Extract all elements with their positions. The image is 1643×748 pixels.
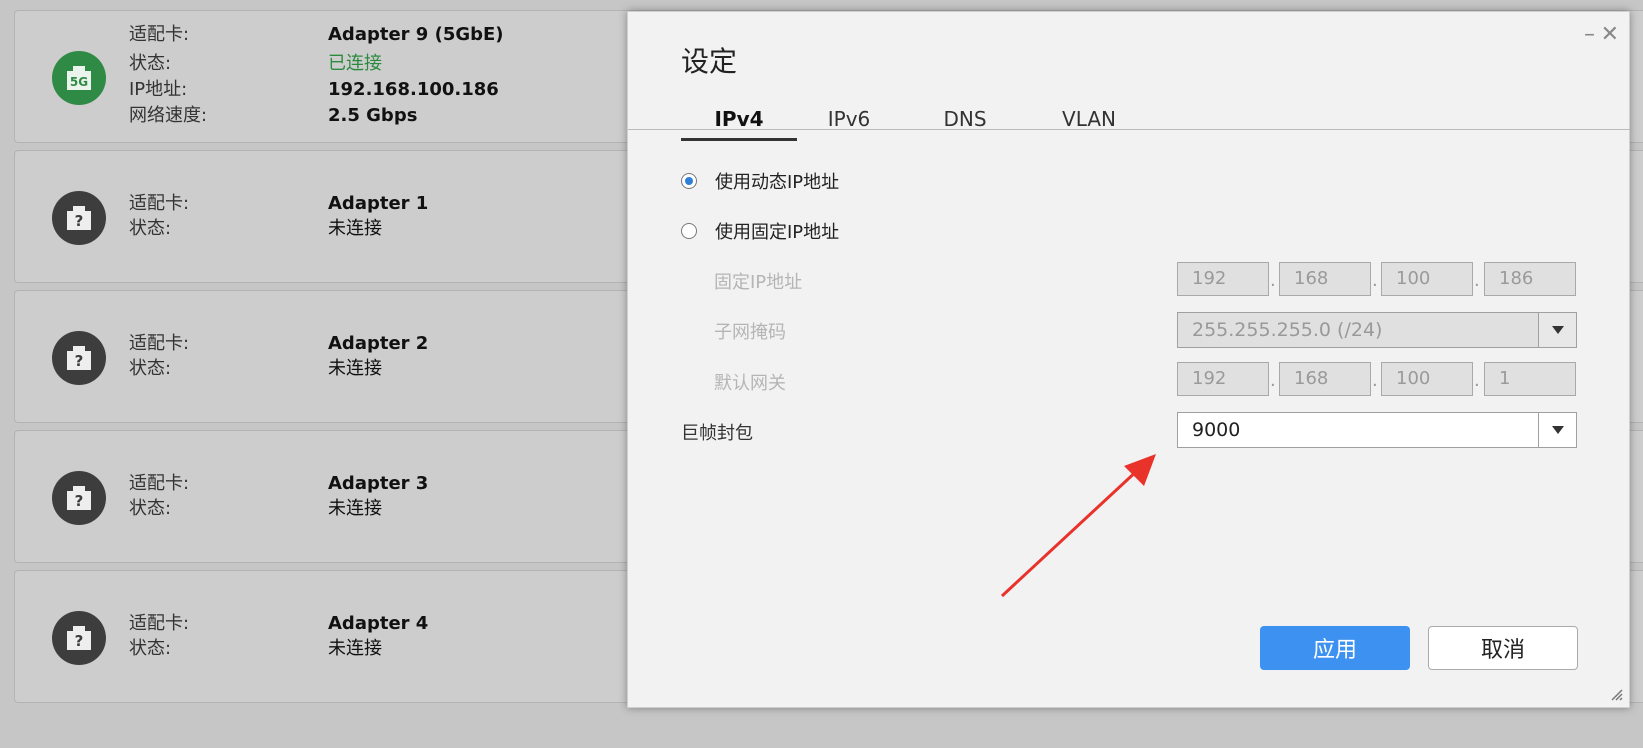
close-icon[interactable]: ✕ — [1601, 22, 1619, 47]
status-label: 状态: — [129, 53, 172, 74]
octet-separator: . — [1372, 370, 1378, 391]
gateway-octet-2[interactable]: 168 — [1279, 362, 1371, 396]
unknown-network-icon: ? — [52, 331, 106, 385]
resize-handle-icon[interactable] — [1611, 689, 1623, 701]
gateway-octet-3[interactable]: 100 — [1381, 362, 1473, 396]
jumbo-frame-value: 9000 — [1192, 419, 1241, 441]
static-ip-octet-3[interactable]: 100 — [1381, 262, 1473, 296]
chevron-down-icon[interactable] — [1538, 413, 1576, 447]
unknown-network-icon: ? — [52, 471, 106, 525]
octet-separator: . — [1474, 370, 1480, 391]
radio-dynamic-ip[interactable]: 使用动态IP地址 — [681, 168, 839, 194]
tab-divider — [628, 129, 1630, 130]
subnet-select[interactable]: 255.255.255.0 (/24) — [1177, 312, 1577, 348]
adapter-name: Adapter 2 — [328, 333, 429, 354]
adapter-label: 适配卡: — [129, 333, 190, 354]
jumbo-frame-label: 巨帧封包 — [681, 423, 753, 444]
cancel-button[interactable]: 取消 — [1428, 626, 1578, 670]
adapter-label: 适配卡: — [129, 613, 190, 634]
static-ip-octet-4[interactable]: 186 — [1484, 262, 1576, 296]
tab-vlan[interactable]: VLAN — [1039, 102, 1139, 138]
ip-address: 192.168.100.186 — [328, 79, 499, 100]
svg-text:5G: 5G — [70, 75, 88, 89]
static-ip-octet-2[interactable]: 168 — [1279, 262, 1371, 296]
speed-label: 网络速度: — [129, 105, 208, 126]
minimize-icon[interactable]: – — [1584, 22, 1595, 47]
gateway-octet-1[interactable]: 192 — [1177, 362, 1269, 396]
subnet-label: 子网掩码 — [714, 322, 786, 343]
radio-button-unchecked[interactable] — [681, 223, 697, 239]
apply-button[interactable]: 应用 — [1260, 626, 1410, 670]
octet-separator: . — [1270, 370, 1276, 391]
adapter-name: Adapter 1 — [328, 193, 429, 214]
chevron-down-icon[interactable] — [1538, 313, 1576, 347]
status-badge: 未连接 — [328, 218, 382, 239]
status-badge: 未连接 — [328, 638, 382, 659]
status-label: 状态: — [129, 358, 172, 379]
tab-dns[interactable]: DNS — [925, 102, 1005, 138]
dialog-title: 设定 — [681, 45, 738, 78]
subnet-value: 255.255.255.0 (/24) — [1192, 319, 1383, 341]
unknown-network-icon: ? — [52, 191, 106, 245]
static-ip-octet-1[interactable]: 192 — [1177, 262, 1269, 296]
network-speed: 2.5 Gbps — [328, 105, 418, 126]
octet-separator: . — [1372, 270, 1378, 291]
adapter-label: 适配卡: — [129, 24, 190, 45]
svg-text:?: ? — [75, 352, 84, 370]
tab-ipv6[interactable]: IPv6 — [809, 102, 889, 138]
svg-text:?: ? — [75, 492, 84, 510]
ip-label: IP地址: — [129, 79, 188, 100]
adapter-name: Adapter 3 — [328, 473, 429, 494]
svg-text:?: ? — [75, 632, 84, 650]
adapter-label: 适配卡: — [129, 193, 190, 214]
5g-network-icon: 5G — [52, 51, 106, 105]
static-ip-label: 固定IP地址 — [714, 272, 803, 293]
gateway-label: 默认网关 — [714, 373, 786, 394]
status-badge: 未连接 — [328, 498, 382, 519]
gateway-octet-4[interactable]: 1 — [1484, 362, 1576, 396]
adapter-label: 适配卡: — [129, 473, 190, 494]
status-label: 状态: — [129, 638, 172, 659]
octet-separator: . — [1474, 270, 1480, 291]
status-badge: 未连接 — [328, 358, 382, 379]
status-label: 状态: — [129, 498, 172, 519]
radio-static-label: 使用固定IP地址 — [715, 222, 840, 243]
jumbo-frame-select[interactable]: 9000 — [1177, 412, 1577, 448]
svg-text:?: ? — [75, 212, 84, 230]
radio-static-ip[interactable]: 使用固定IP地址 — [681, 218, 839, 244]
status-badge: 已连接 — [328, 53, 382, 74]
radio-button-checked[interactable] — [681, 173, 697, 189]
tab-ipv4[interactable]: IPv4 — [681, 102, 797, 141]
octet-separator: . — [1270, 270, 1276, 291]
adapter-name: Adapter 4 — [328, 613, 429, 634]
radio-dynamic-label: 使用动态IP地址 — [715, 172, 840, 193]
unknown-network-icon: ? — [52, 611, 106, 665]
status-label: 状态: — [129, 218, 172, 239]
adapter-name: Adapter 9 (5GbE) — [328, 24, 504, 45]
settings-dialog: 设定 – ✕ IPv4 IPv6 DNS VLAN 使用动态IP地址 使用固定I… — [627, 11, 1630, 708]
annotation-arrow-icon — [1000, 454, 1156, 598]
